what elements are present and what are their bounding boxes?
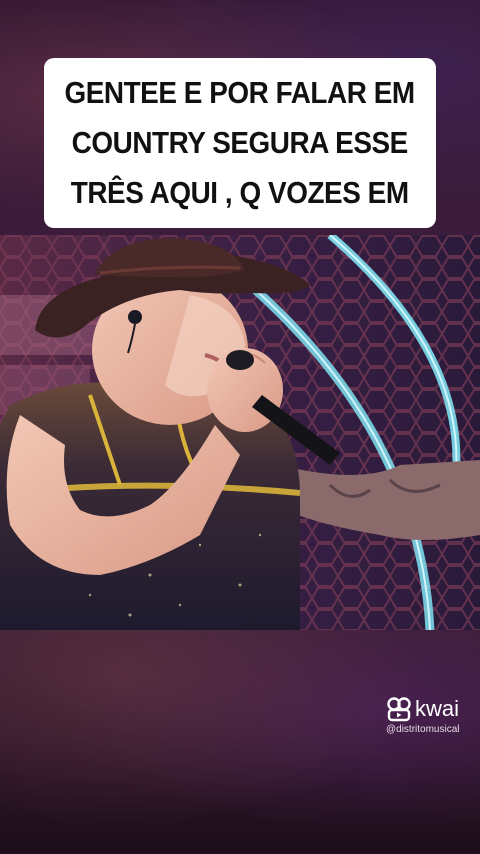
caption-line-3: TRÊS AQUI , Q VOZES EM bbox=[71, 175, 409, 210]
caption-line-1: GENTEE E POR FALAR EM bbox=[64, 75, 416, 110]
video-player[interactable] bbox=[0, 235, 480, 630]
caption-box: GENTEE E POR FALAR EM COUNTRY SEGURA ESS… bbox=[44, 58, 436, 228]
kwai-watermark: kwai @distritomusical bbox=[386, 696, 476, 735]
kwai-logo-icon bbox=[387, 697, 411, 722]
video-still bbox=[0, 235, 480, 630]
kwai-brand: kwai bbox=[386, 696, 476, 722]
blurred-background-bottom bbox=[0, 630, 480, 854]
caption-line-2: COUNTRY SEGURA ESSE bbox=[71, 125, 409, 160]
earpiece-icon bbox=[128, 310, 142, 324]
creator-handle: @distritomusical bbox=[386, 724, 460, 735]
video-frame[interactable]: GENTEE E POR FALAR EM COUNTRY SEGURA ESS… bbox=[0, 0, 480, 854]
kwai-brand-name: kwai bbox=[415, 696, 460, 721]
